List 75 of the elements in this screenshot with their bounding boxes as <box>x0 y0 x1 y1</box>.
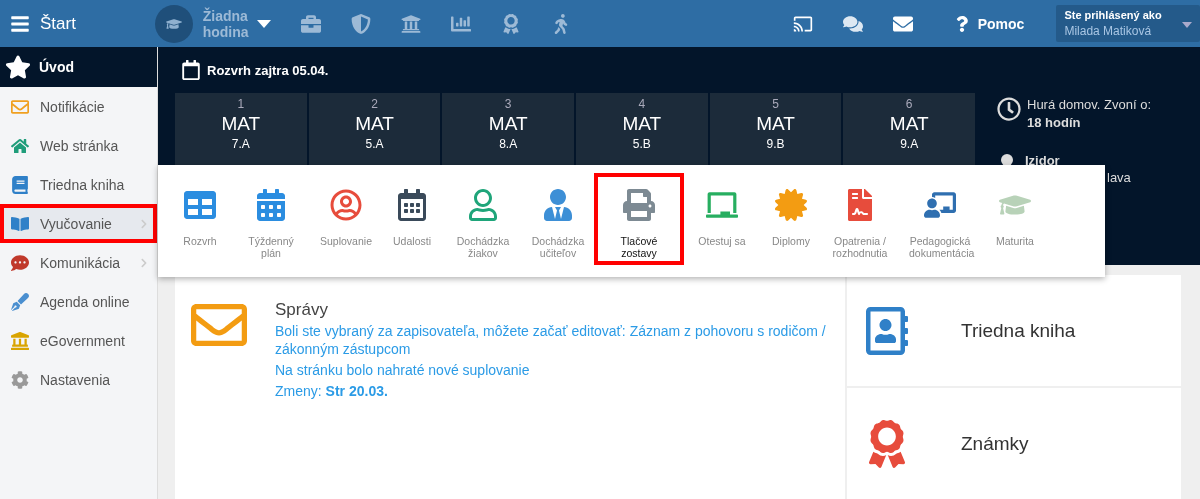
lesson-class: 9.B <box>766 137 785 151</box>
sidebar-item[interactable]: Web stránka <box>2 128 155 163</box>
house-icon <box>8 136 32 155</box>
lesson-subject: MAT <box>221 113 261 135</box>
star-icon <box>5 54 31 80</box>
lesson-number: 3 <box>504 97 512 111</box>
submenu-item[interactable]: Týždenný plán <box>230 173 312 263</box>
clock-icon <box>997 97 1021 121</box>
avatar-dot <box>1001 154 1013 166</box>
help-button[interactable]: Pomoc <box>947 14 1031 33</box>
lesson-subject: MAT <box>488 113 528 135</box>
submenu-item[interactable]: Tlačové zostavy <box>594 173 684 265</box>
schedule-title: Rozvrh zajtra 05.04. <box>175 47 975 93</box>
briefcase-icon[interactable] <box>300 13 321 34</box>
messages-title: Správy <box>275 301 329 319</box>
sidebar-item[interactable]: Notifikácie <box>2 89 155 124</box>
sidebar-item[interactable]: Triedna kniha <box>2 167 155 202</box>
lesson-subject: MAT <box>622 113 662 135</box>
submenu-item[interactable]: Suplovanie <box>312 173 380 263</box>
lesson-tile[interactable]: 6 MAT 9.A <box>843 93 976 165</box>
lesson-subject: MAT <box>756 113 795 135</box>
lesson-tile[interactable]: 1 MAT 7.A <box>175 93 307 165</box>
speech-bubbles-icon <box>8 253 32 272</box>
lesson-tile[interactable]: 2 MAT 5.A <box>308 93 441 165</box>
sidebar-item[interactable]: Nastavenia <box>2 362 155 397</box>
bank-icon[interactable] <box>400 13 421 34</box>
lesson-number: 2 <box>371 97 378 111</box>
notebook-icon <box>863 306 911 355</box>
lesson-subject: MAT <box>355 113 394 135</box>
lesson-class: 8.A <box>499 137 518 151</box>
sidebar-item[interactable]: eGovernment <box>2 323 155 358</box>
person-name: Izidor <box>1025 153 1060 168</box>
menu-icon <box>10 13 30 34</box>
person-detail: lava <box>1107 170 1131 185</box>
caret-icon <box>256 19 271 28</box>
lesson-tile[interactable]: 3 MAT 8.A <box>442 93 574 165</box>
menu-button[interactable]: Štart <box>0 13 155 34</box>
pen-icon <box>8 292 32 311</box>
calendar-icon <box>181 60 201 80</box>
submenu-item[interactable]: Opatrenia / rozhodnutia <box>825 173 895 263</box>
submenu-item[interactable]: Udalosti <box>380 173 444 263</box>
lesson-class: 9.A <box>900 137 919 151</box>
sidebar-header[interactable]: Úvod <box>0 47 157 87</box>
sidebar-item[interactable]: Komunikácia <box>2 245 155 280</box>
lesson-number: 5 <box>772 97 779 111</box>
shortcut-card[interactable]: Triedna kniha <box>847 275 1181 386</box>
lesson-number: 4 <box>638 97 646 111</box>
lesson-tile[interactable]: 4 MAT 5.B <box>576 93 708 165</box>
shield-icon[interactable] <box>350 13 371 34</box>
user-selector[interactable]: Ste prihlásený ako Milada Matiková <box>1056 5 1200 42</box>
submenu-item[interactable]: Otestuj sa <box>687 173 757 263</box>
lesson-subject: MAT <box>889 113 929 135</box>
bell-time: 18 hodín <box>1027 115 1082 130</box>
shortcut-card[interactable]: Známky <box>847 388 1181 499</box>
sidebar-item[interactable]: Agenda online <box>2 284 155 319</box>
envelope-icon <box>8 97 32 116</box>
submenu-item[interactable]: Dochádzka žiakov <box>444 173 522 263</box>
submenu-item[interactable]: Diplomy <box>757 173 825 263</box>
building-icon <box>8 331 32 350</box>
submenu-item[interactable]: Maturita <box>985 173 1045 263</box>
caret-icon <box>1182 22 1192 28</box>
submenu-item[interactable]: Pedagogická dokumentácia <box>895 173 985 263</box>
lesson-class: 5.A <box>365 137 384 151</box>
chat-icon[interactable] <box>842 13 863 34</box>
lesson-tile[interactable]: 5 MAT 9.B <box>709 93 842 165</box>
submenu-item[interactable]: Dochádzka učiteľov <box>522 173 594 263</box>
lesson-number: 6 <box>905 97 913 111</box>
submenu-item[interactable]: Rozvrh <box>170 173 230 263</box>
open-book-icon <box>8 214 32 233</box>
graduation-cap-icon <box>154 4 193 43</box>
lesson-class: 5.B <box>632 137 651 151</box>
bell-text: Hurá domov. Zvoní o: <box>1027 97 1152 112</box>
lesson-number: 1 <box>237 97 245 111</box>
sidebar-item[interactable]: Vyučovanie <box>2 206 155 241</box>
lesson-class: 7.A <box>231 137 250 151</box>
